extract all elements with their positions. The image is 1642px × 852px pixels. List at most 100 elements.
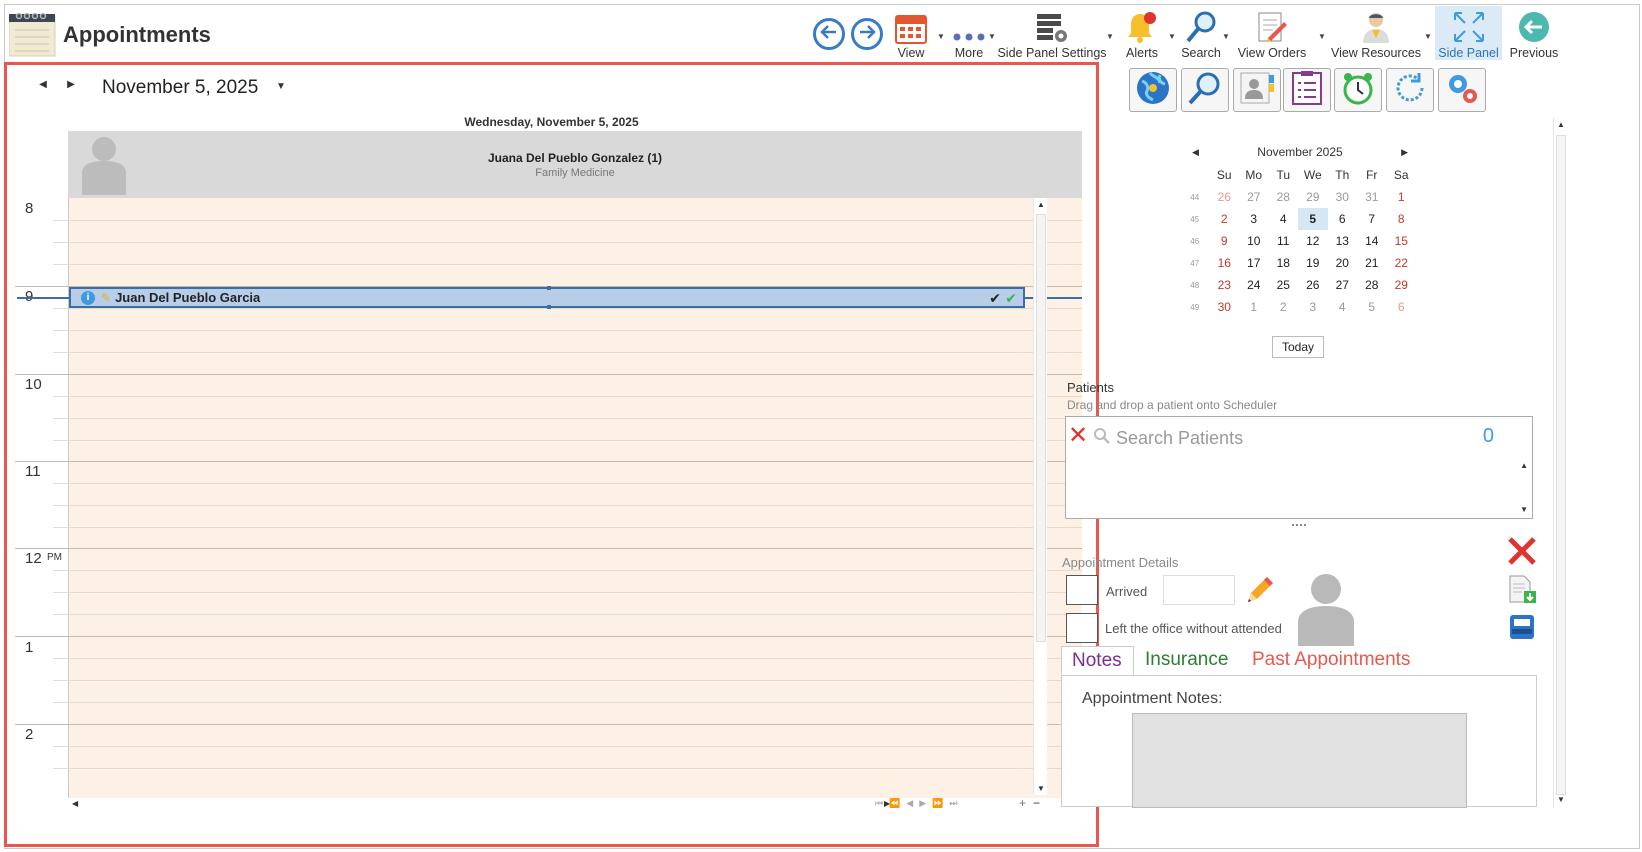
calendar-day[interactable]: 4 [1269,208,1299,230]
more-button[interactable]: More [948,6,990,62]
left-office-checkbox[interactable] [1066,613,1098,643]
calendar-day[interactable]: 15 [1387,230,1417,252]
patients-list[interactable]: ▲ ▼ [1065,457,1533,519]
calendar-day[interactable]: 27 [1328,274,1358,296]
calendar-day[interactable]: 18 [1269,252,1299,274]
calendar-day[interactable]: 1 [1239,296,1269,318]
patient-card-button[interactable] [1233,68,1281,112]
appointment-notes-field[interactable] [1132,713,1467,808]
view-orders-dropdown-arrow-icon[interactable]: ▼ [1318,32,1326,41]
tab-notes[interactable]: Notes [1061,646,1134,675]
calendar-day[interactable]: 3 [1298,296,1328,318]
scroll-up-arrow-icon[interactable]: ▲ [1037,200,1045,209]
search-button[interactable]: Search [1180,6,1222,62]
refresh-button[interactable] [1386,68,1434,112]
calendar-day[interactable]: 14 [1357,230,1387,252]
calendar-day[interactable]: 26 [1210,186,1240,208]
calendar-day[interactable]: 6 [1328,208,1358,230]
search-quick-button[interactable] [1181,68,1229,112]
calendar-day[interactable]: 6 [1387,296,1417,318]
prev-month-button[interactable]: ◀ [1192,140,1199,164]
arrived-time-field[interactable] [1163,575,1235,605]
side-panel-scrollbar[interactable]: ▲ ▼ [1553,117,1567,807]
tab-insurance[interactable]: Insurance [1135,646,1238,675]
scheduler-vertical-scrollbar[interactable]: ▲ ▼ [1033,198,1047,795]
panel-splitter-handle[interactable] [1292,524,1306,526]
date-dropdown-arrow-icon[interactable]: ▼ [276,81,286,92]
view-resources-dropdown-arrow-icon[interactable]: ▼ [1424,32,1432,41]
patient-search-input[interactable] [1116,425,1466,451]
scroll-up-arrow-icon[interactable]: ▲ [1520,461,1528,470]
calendar-day[interactable]: 30 [1210,296,1240,318]
calendar-day[interactable]: 29 [1298,186,1328,208]
calendar-day[interactable]: 11 [1269,230,1299,252]
calendar-day[interactable]: 23 [1210,274,1240,296]
calendar-day[interactable]: 7 [1357,208,1387,230]
calendar-day[interactable]: 24 [1239,274,1269,296]
current-date[interactable]: November 5, 2025 [102,77,258,99]
alerts-button[interactable]: Alerts [1122,6,1162,62]
back-button[interactable] [813,18,845,50]
calendar-day[interactable]: 17 [1239,252,1269,274]
calendar-day[interactable]: 22 [1387,252,1417,274]
view-orders-button[interactable]: View Orders [1238,6,1306,62]
tab-past-appointments[interactable]: Past Appointments [1242,646,1420,675]
calendar-day[interactable]: 13 [1328,230,1358,252]
calendar-day[interactable]: 31 [1357,186,1387,208]
scrollbar-thumb[interactable] [1036,214,1046,642]
view-dropdown-arrow-icon[interactable]: ▼ [937,32,945,41]
calendar-day[interactable]: 3 [1239,208,1269,230]
search-dropdown-arrow-icon[interactable]: ▼ [1222,32,1230,41]
alarm-clock-button[interactable] [1334,68,1382,112]
calendar-day[interactable]: 9 [1210,230,1240,252]
paging-controls[interactable]: ⏮⏪◀▶⏩⏭ [875,798,963,809]
scroll-down-arrow-icon[interactable]: ▼ [1520,505,1528,514]
zoom-in-icon[interactable]: + [1019,796,1026,810]
calendar-day[interactable]: 8 [1387,208,1417,230]
calendar-day[interactable]: 28 [1357,274,1387,296]
zoom-out-icon[interactable]: − [1033,796,1040,810]
calendar-day[interactable]: 4 [1328,296,1358,318]
more-dropdown-arrow-icon[interactable]: ▼ [988,32,996,41]
settings-button[interactable] [1438,68,1486,112]
checklist-button[interactable] [1283,68,1331,112]
calendar-day[interactable]: 10 [1239,230,1269,252]
calendar-day[interactable]: 12 [1298,230,1328,252]
calendar-day-selected[interactable]: 5 [1298,208,1328,230]
next-month-button[interactable]: ▶ [1401,140,1408,164]
scroll-down-arrow-icon[interactable]: ▼ [1037,784,1045,793]
alerts-dropdown-arrow-icon[interactable]: ▼ [1168,32,1176,41]
document-download-icon[interactable] [1507,574,1537,609]
calendar-day[interactable]: 2 [1210,208,1240,230]
view-button[interactable]: View [890,6,932,62]
scrollbar-thumb[interactable] [1556,135,1566,795]
today-button[interactable]: Today [1272,336,1324,358]
info-icon[interactable]: i [81,290,95,305]
calendar-day[interactable]: 30 [1328,186,1358,208]
resize-handle-top[interactable] [547,286,551,290]
calendar-day[interactable]: 2 [1269,296,1299,318]
prev-day-button[interactable]: ◀ [29,79,57,90]
archive-icon[interactable] [1507,612,1537,647]
side-panel-settings-dropdown-arrow-icon[interactable]: ▼ [1106,32,1114,41]
calendar-day[interactable]: 28 [1269,186,1299,208]
side-panel-settings-button[interactable]: Side Panel Settings [997,6,1107,62]
calendar-day[interactable]: 19 [1298,252,1328,274]
calendar-day[interactable]: 26 [1298,274,1328,296]
view-resources-button[interactable]: View Resources [1331,6,1421,62]
resize-handle-bottom[interactable] [547,305,551,309]
calendar-day[interactable]: 5 [1357,296,1387,318]
previous-button[interactable]: Previous [1508,6,1560,62]
scroll-left-arrow-icon[interactable]: ◀ [72,799,78,808]
appointment-block[interactable]: i ✎ Juan Del Pueblo Garcia ✔ ✔ [69,286,1025,309]
globe-button[interactable] [1129,68,1177,112]
side-panel-button[interactable]: Side Panel [1435,6,1502,60]
arrived-checkbox[interactable] [1066,575,1098,605]
calendar-day[interactable]: 1 [1387,186,1417,208]
clear-search-icon[interactable]: ✕ [1068,424,1088,448]
next-day-button[interactable]: ▶ [57,79,85,90]
edit-pencil-icon[interactable] [1244,574,1276,611]
calendar-day[interactable]: 21 [1357,252,1387,274]
scroll-up-arrow-icon[interactable]: ▲ [1557,120,1565,129]
calendar-day[interactable]: 16 [1210,252,1240,274]
